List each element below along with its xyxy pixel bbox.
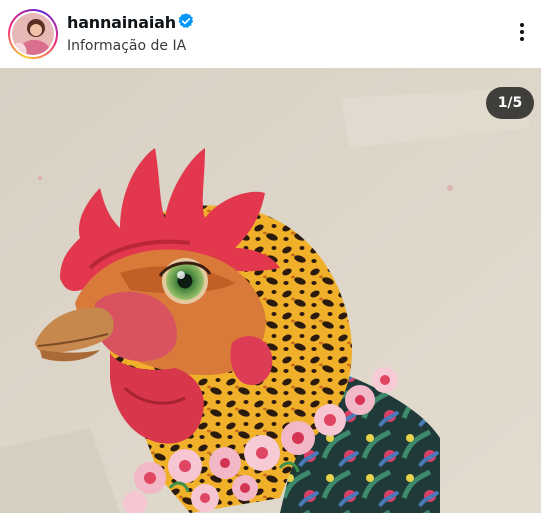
ai-info-label[interactable]: Informação de IA xyxy=(67,38,186,54)
story-ring[interactable] xyxy=(8,9,58,59)
rooster-painting xyxy=(0,68,541,513)
username[interactable]: hannainaiah xyxy=(67,13,176,32)
post-header: hannainaiah Informação de IA xyxy=(0,0,541,68)
post-image[interactable] xyxy=(0,68,541,513)
verified-badge-icon xyxy=(178,13,194,28)
avatar[interactable] xyxy=(12,13,54,55)
carousel-counter: 1/5 xyxy=(486,87,534,119)
more-vertical-icon[interactable] xyxy=(510,20,534,48)
